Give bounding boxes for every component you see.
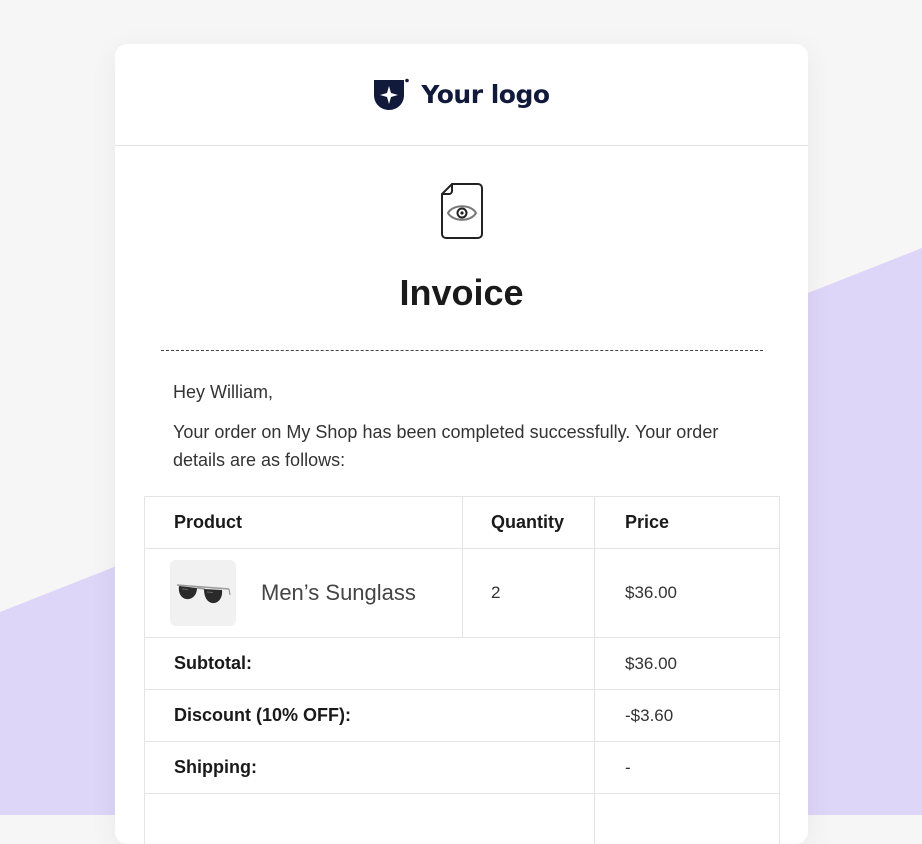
product-thumbnail[interactable]	[170, 560, 236, 626]
product-cell: Men’s Sunglass	[145, 549, 463, 638]
subtotal-value: $36.00	[595, 638, 780, 690]
table-row: Men’s Sunglass 2 $36.00	[145, 549, 780, 638]
table-header-row: Product Quantity Price	[145, 497, 780, 549]
order-message: Your order on My Shop has been completed…	[173, 418, 763, 474]
total-value	[595, 794, 780, 844]
logo-icon	[373, 78, 409, 111]
greeting-text: Hey William,	[173, 382, 273, 403]
sunglasses-icon	[173, 575, 233, 611]
logo-text: Your logo	[421, 80, 549, 109]
dashed-divider	[161, 350, 763, 351]
column-header-quantity: Quantity	[463, 497, 595, 549]
discount-label: Discount (10% OFF):	[145, 690, 595, 742]
document-eye-icon	[440, 182, 484, 240]
shipping-value: -	[595, 742, 780, 794]
product-price: $36.00	[595, 549, 780, 638]
total-label	[145, 794, 595, 844]
subtotal-label: Subtotal:	[145, 638, 595, 690]
subtotal-row: Subtotal: $36.00	[145, 638, 780, 690]
shipping-row: Shipping: -	[145, 742, 780, 794]
invoice-title: Invoice	[115, 272, 808, 314]
order-table: Product Quantity Price	[144, 496, 780, 844]
product-quantity: 2	[463, 549, 595, 638]
product-name: Men’s Sunglass	[261, 580, 416, 606]
discount-row: Discount (10% OFF): -$3.60	[145, 690, 780, 742]
column-header-product: Product	[145, 497, 463, 549]
invoice-email-card: Your logo Invoice Hey William, Your orde…	[115, 44, 808, 844]
discount-value: -$3.60	[595, 690, 780, 742]
column-header-price: Price	[595, 497, 780, 549]
shipping-label: Shipping:	[145, 742, 595, 794]
email-header: Your logo	[115, 44, 808, 146]
table-row	[145, 794, 780, 844]
